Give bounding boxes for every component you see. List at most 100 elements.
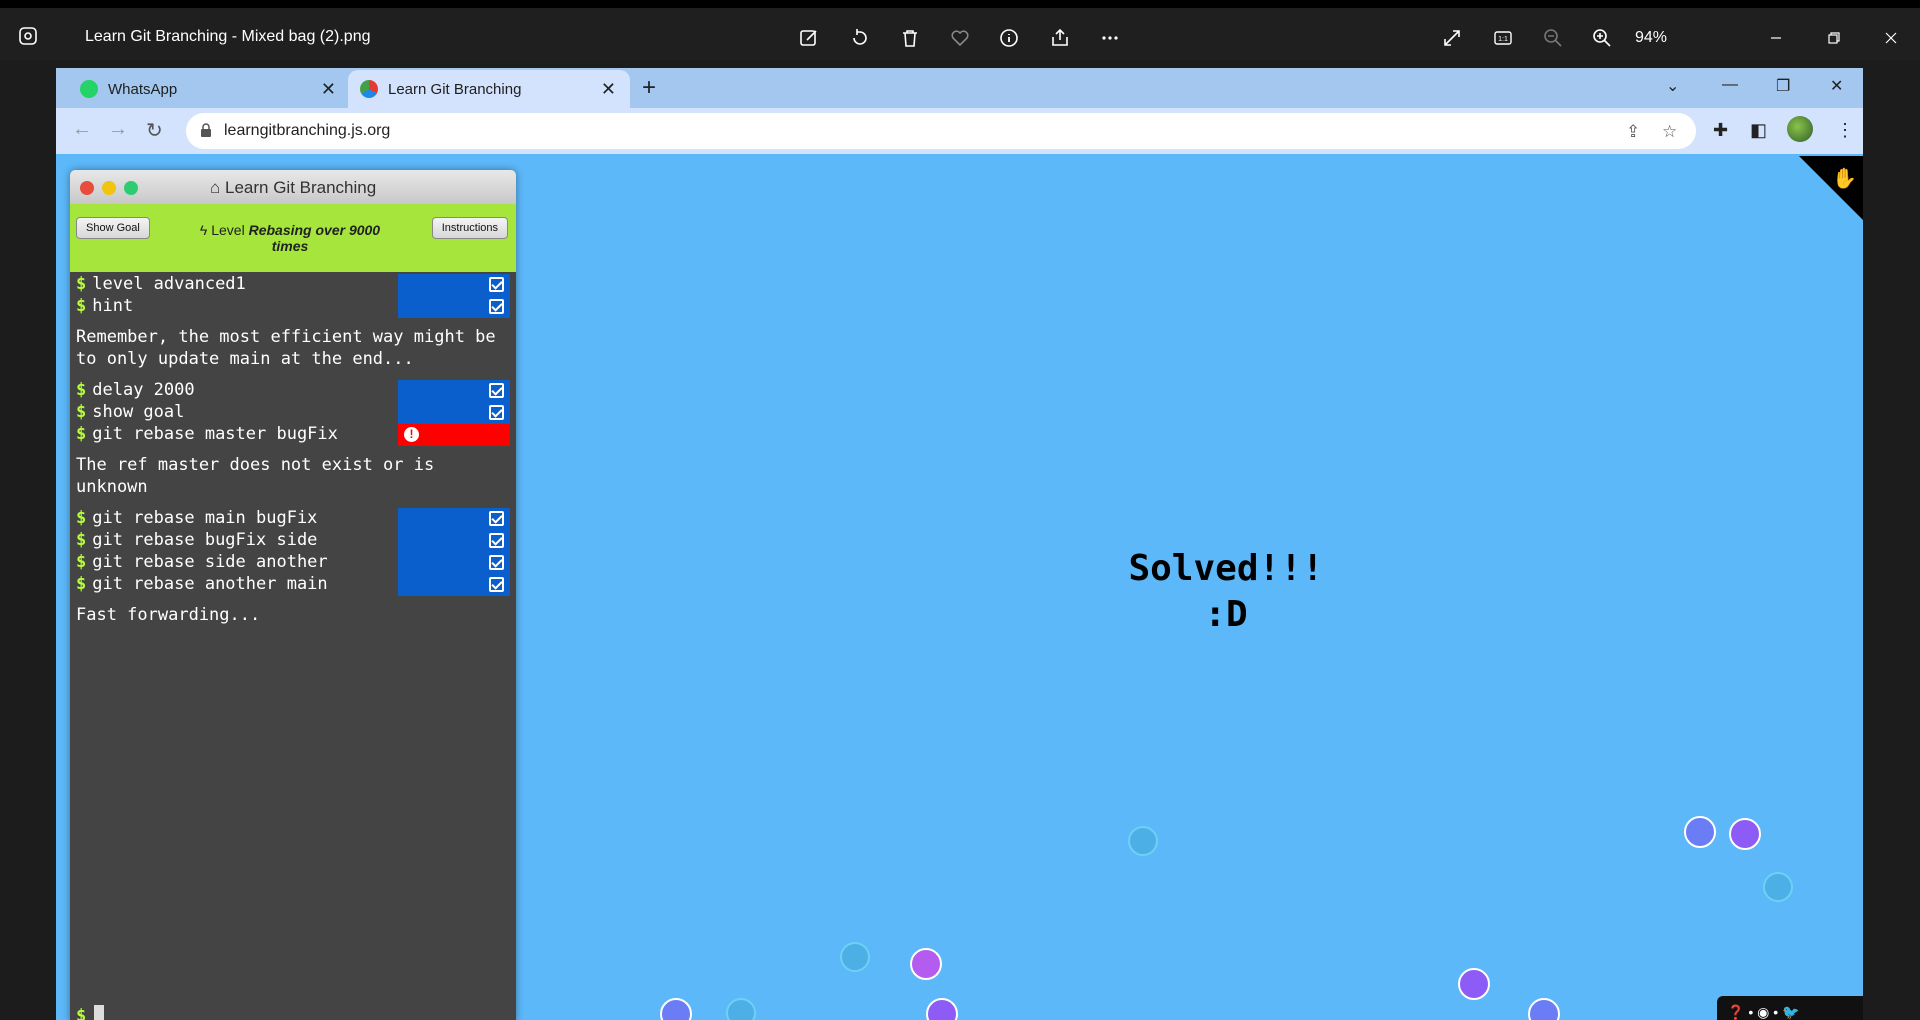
command-text: git rebase main bugFix — [92, 508, 318, 528]
level-name: Rebasing over 9000 times — [248, 222, 381, 254]
favorite-icon[interactable] — [946, 24, 974, 52]
command-input[interactable]: $ — [76, 1005, 105, 1020]
command-row: $ delay 2000 — [76, 380, 510, 402]
browser-close-icon[interactable]: ✕ — [1830, 76, 1843, 96]
maximize-dot-icon[interactable] — [124, 181, 138, 195]
check-icon — [489, 299, 504, 314]
command-row: $ show goal — [76, 402, 510, 424]
close-tab-icon[interactable]: ✕ — [601, 79, 616, 100]
side-panel-icon[interactable]: ◧ — [1750, 120, 1767, 141]
tab-search-chevron-icon[interactable]: ⌄ — [1666, 76, 1679, 96]
check-icon — [489, 555, 504, 570]
url-text: learngitbranching.js.org — [224, 122, 391, 139]
terminal-title: ⌂ Learn Git Branching — [210, 178, 376, 198]
close-icon[interactable] — [1877, 24, 1905, 52]
command-row: $ git rebase bugFix side — [76, 530, 510, 552]
browser-menu-icon[interactable]: ⋮ — [1836, 120, 1854, 141]
instructions-button[interactable]: Instructions — [431, 217, 508, 239]
command-text: git rebase side another — [92, 552, 328, 572]
help-icon[interactable]: ❓ — [1727, 1004, 1744, 1020]
commit-node[interactable] — [926, 998, 958, 1020]
close-dot-icon[interactable] — [80, 181, 94, 195]
commit-node[interactable] — [1128, 826, 1158, 856]
command-row: $ hint — [76, 296, 510, 318]
bookmark-star-icon[interactable]: ☆ — [1662, 122, 1677, 142]
forward-arrow-icon[interactable]: → — [108, 118, 128, 141]
extensions-puzzle-icon[interactable]: ✚ — [1713, 120, 1728, 141]
prompt-symbol: $ — [76, 380, 87, 400]
commit-node[interactable] — [660, 998, 692, 1020]
browser-restore-icon[interactable]: ❐ — [1776, 76, 1790, 96]
zoom-out-icon[interactable] — [1539, 24, 1567, 52]
commit-node[interactable] — [1528, 998, 1560, 1020]
minimize-icon[interactable] — [1762, 24, 1790, 52]
command-status-ok — [398, 530, 510, 552]
commit-node[interactable] — [1729, 818, 1761, 850]
terminal-window: ⌂ Learn Git Branching Show Goal ϟ Level … — [70, 170, 516, 1020]
info-icon[interactable] — [995, 24, 1023, 52]
command-text: git rebase master bugFix — [92, 424, 338, 444]
level-toolbar: Show Goal ϟ Level Rebasing over 9000 tim… — [70, 204, 516, 272]
twitter-icon[interactable]: 🐦 — [1782, 1004, 1799, 1020]
command-row: $ level advanced1 — [76, 274, 510, 296]
address-bar[interactable]: learngitbranching.js.org ⇪ ☆ — [186, 113, 1696, 149]
commit-node[interactable] — [910, 948, 942, 980]
tab-label: WhatsApp — [108, 80, 178, 98]
command-status-ok — [398, 552, 510, 574]
commit-node[interactable] — [1458, 968, 1490, 1000]
error-message: The ref master does not exist or is unkn… — [76, 455, 435, 497]
check-icon — [489, 533, 504, 548]
github-octocat-icon[interactable]: ✋ — [1832, 166, 1857, 191]
prompt-symbol: $ — [76, 552, 87, 572]
rotate-icon[interactable] — [846, 24, 874, 52]
prompt-symbol: $ — [76, 530, 87, 550]
more-options-icon[interactable] — [1096, 24, 1124, 52]
zoom-in-icon[interactable] — [1588, 24, 1616, 52]
edit-image-icon[interactable] — [795, 24, 823, 52]
photo-viewer-titlebar: Learn Git Branching - Mixed bag (2).png … — [0, 0, 1920, 60]
check-icon — [489, 383, 504, 398]
command-row: $ git rebase main bugFix — [76, 508, 510, 530]
check-icon — [489, 577, 504, 592]
command-text: git rebase bugFix side — [92, 530, 318, 550]
footer-links: ❓ • ◉ • 🐦 — [1717, 996, 1863, 1020]
new-tab-icon[interactable]: + — [642, 74, 656, 102]
whatsapp-icon — [80, 80, 98, 98]
back-arrow-icon[interactable]: ← — [72, 118, 92, 141]
share-icon[interactable] — [1046, 24, 1074, 52]
command-row: $ git rebase another main — [76, 574, 510, 596]
text-cursor — [94, 1005, 105, 1020]
commit-node[interactable] — [1684, 816, 1716, 848]
share-page-icon[interactable]: ⇪ — [1626, 122, 1640, 142]
minimize-dot-icon[interactable] — [102, 181, 116, 195]
check-icon — [489, 277, 504, 292]
command-text: hint — [92, 296, 134, 316]
tab-whatsapp[interactable]: WhatsApp ✕ — [68, 70, 350, 108]
solved-line-1: Solved!!! — [1128, 548, 1324, 589]
globe-icon[interactable]: ◉ — [1757, 1004, 1769, 1020]
prompt-symbol: $ — [76, 1006, 87, 1020]
browser-minimize-icon[interactable]: — — [1722, 76, 1738, 94]
commit-node[interactable] — [726, 998, 756, 1020]
show-goal-button[interactable]: Show Goal — [76, 217, 150, 239]
commit-node[interactable] — [1763, 872, 1793, 902]
profile-avatar[interactable] — [1787, 116, 1813, 142]
close-tab-icon[interactable]: ✕ — [321, 79, 336, 100]
terminal-title-text: Learn Git Branching — [225, 178, 377, 197]
error-icon: ! — [404, 427, 419, 442]
git-branching-favicon — [360, 80, 378, 98]
restore-icon[interactable] — [1820, 24, 1848, 52]
solved-line-2: :D — [1204, 594, 1248, 635]
delete-icon[interactable] — [896, 24, 924, 52]
commit-node[interactable] — [840, 942, 870, 972]
learn-git-branching-page: ⌂ Learn Git Branching Show Goal ϟ Level … — [56, 156, 1863, 1020]
fullscreen-icon[interactable] — [1438, 24, 1466, 52]
command-row: $ git rebase side another — [76, 552, 510, 574]
viewer-right-margin — [1863, 60, 1920, 1020]
command-text: delay 2000 — [92, 380, 195, 400]
actual-size-icon[interactable]: 1:1 — [1489, 24, 1517, 52]
lock-icon — [201, 123, 211, 137]
tab-learn-git-branching[interactable]: Learn Git Branching ✕ — [348, 70, 630, 108]
reload-icon[interactable]: ↻ — [146, 118, 163, 143]
tab-strip: WhatsApp ✕ Learn Git Branching ✕ + ⌄ — ❐… — [56, 68, 1863, 108]
